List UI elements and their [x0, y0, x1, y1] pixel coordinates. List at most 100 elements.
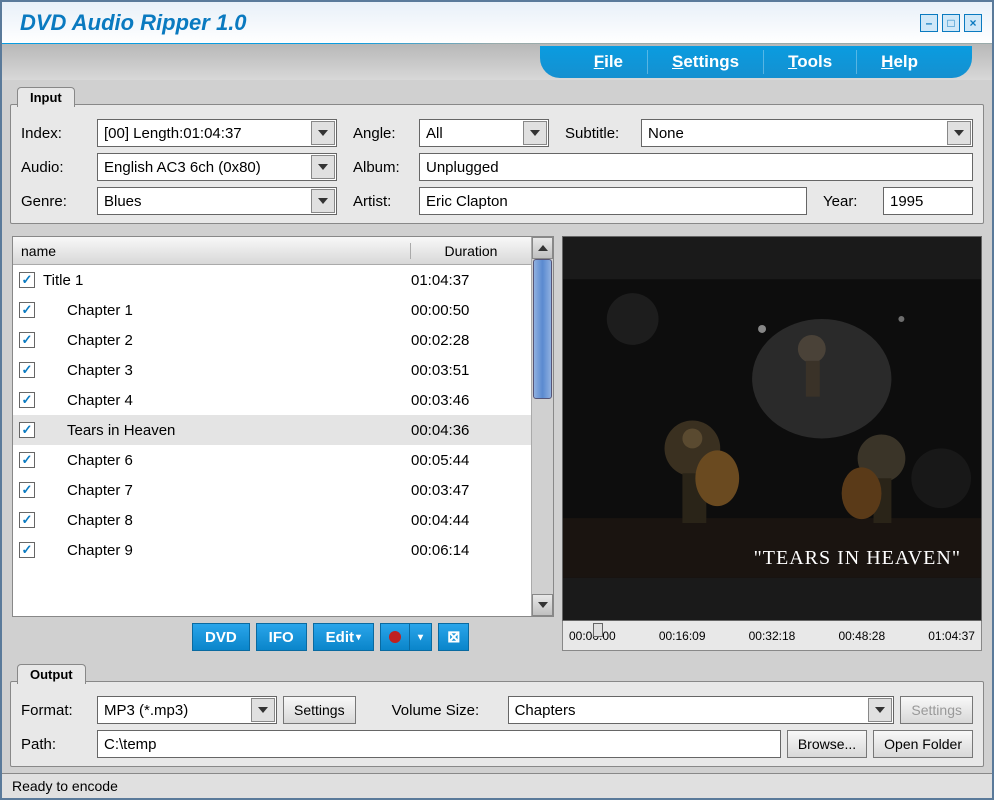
preview-caption: "TEARS IN HEAVEN"	[754, 547, 961, 570]
genre-combo[interactable]: Blues	[97, 187, 337, 215]
col-name[interactable]: name	[13, 243, 411, 259]
year-label: Year:	[823, 193, 877, 210]
scroll-down-button[interactable]	[532, 594, 553, 616]
output-panel: Output Format: MP3 (*.mp3) Settings Volu…	[10, 681, 984, 767]
scroll-track[interactable]	[532, 259, 553, 594]
artist-label: Artist:	[353, 193, 413, 210]
index-combo[interactable]: [00] Length:01:04:37	[97, 119, 337, 147]
menu-settings[interactable]: Settings	[647, 50, 763, 74]
table-row[interactable]: ✓Tears in Heaven00:04:36	[13, 415, 531, 445]
table-row[interactable]: ✓Chapter 200:02:28	[13, 325, 531, 355]
scrollbar[interactable]	[531, 237, 553, 616]
row-name: Chapter 7	[43, 482, 411, 499]
year-input[interactable]: 1995	[883, 187, 973, 215]
menu-tools[interactable]: Tools	[763, 50, 856, 74]
checkbox[interactable]: ✓	[19, 452, 35, 468]
row-duration: 00:00:50	[411, 302, 531, 319]
video-preview[interactable]: "TEARS IN HEAVEN"	[562, 236, 982, 621]
path-input[interactable]: C:\temp	[97, 730, 781, 758]
titlebar: DVD Audio Ripper 1.0 – □ ×	[2, 2, 992, 44]
audio-combo[interactable]: English AC3 6ch (0x80)	[97, 153, 337, 181]
record-button[interactable]	[380, 623, 409, 651]
record-dropdown[interactable]: ▾	[409, 623, 432, 651]
angle-label: Angle:	[353, 125, 413, 142]
row-duration: 00:03:47	[411, 482, 531, 499]
album-input[interactable]: Unplugged	[419, 153, 973, 181]
chevron-down-icon[interactable]	[523, 121, 547, 145]
chevron-down-icon[interactable]	[311, 155, 335, 179]
row-name: Chapter 6	[43, 452, 411, 469]
status-bar: Ready to encode	[2, 773, 992, 798]
app-window: DVD Audio Ripper 1.0 – □ × File Settings…	[0, 0, 994, 800]
row-name: Title 1	[43, 272, 411, 289]
checkbox[interactable]: ✓	[19, 422, 35, 438]
record-icon	[389, 631, 401, 643]
row-duration: 00:04:44	[411, 512, 531, 529]
scroll-thumb[interactable]	[533, 259, 552, 399]
timeline-tick: 00:48:28	[838, 629, 885, 643]
table-row[interactable]: ✓ Title 101:04:37	[13, 265, 531, 295]
row-duration: 00:03:46	[411, 392, 531, 409]
chevron-down-icon[interactable]	[311, 189, 335, 213]
row-duration: 00:05:44	[411, 452, 531, 469]
album-label: Album:	[353, 159, 413, 176]
volume-settings-button[interactable]: Settings	[900, 696, 973, 724]
artist-input[interactable]: Eric Clapton	[419, 187, 807, 215]
input-tab: Input	[17, 87, 75, 107]
row-name: Chapter 4	[43, 392, 411, 409]
checkbox[interactable]: ✓	[19, 272, 35, 288]
close-button[interactable]: ×	[964, 14, 982, 32]
edit-button[interactable]: Edit▾	[313, 623, 374, 651]
table-row[interactable]: ✓ Chapter 300:03:51	[13, 355, 531, 385]
table-row[interactable]: ✓Chapter 900:06:14	[13, 535, 531, 565]
timeline-handle[interactable]	[593, 623, 603, 637]
menu-help[interactable]: Help	[856, 50, 942, 74]
output-tab: Output	[17, 664, 86, 684]
minimize-button[interactable]: –	[920, 14, 938, 32]
stop-button[interactable]: ⊠	[438, 623, 469, 651]
row-duration: 00:03:51	[411, 362, 531, 379]
list-header: name Duration	[13, 237, 531, 265]
open-folder-button[interactable]: Open Folder	[873, 730, 973, 758]
volume-combo[interactable]: Chapters	[508, 696, 895, 724]
scroll-up-button[interactable]	[532, 237, 553, 259]
checkbox[interactable]: ✓	[19, 482, 35, 498]
chevron-down-icon[interactable]	[947, 121, 971, 145]
maximize-button[interactable]: □	[942, 14, 960, 32]
timeline-tick: 00:16:09	[659, 629, 706, 643]
middle-section: name Duration ✓ Title 101:04:37 ✓Chapter 1…	[10, 230, 984, 657]
checkbox[interactable]: ✓	[19, 332, 35, 348]
row-name: Chapter 9	[43, 542, 411, 559]
table-row[interactable]: ✓Chapter 100:00:50	[13, 295, 531, 325]
ifo-button[interactable]: IFO	[256, 623, 307, 651]
checkbox[interactable]: ✓	[19, 542, 35, 558]
table-row[interactable]: ✓Chapter 800:04:44	[13, 505, 531, 535]
angle-combo[interactable]: All	[419, 119, 549, 147]
chevron-down-icon[interactable]	[868, 698, 892, 722]
browse-button[interactable]: Browse...	[787, 730, 867, 758]
audio-label: Audio:	[21, 159, 91, 176]
col-duration[interactable]: Duration	[411, 243, 531, 259]
format-combo[interactable]: MP3 (*.mp3)	[97, 696, 277, 724]
menu-file[interactable]: File	[570, 50, 647, 74]
table-row[interactable]: ✓ Chapter 400:03:46	[13, 385, 531, 415]
format-settings-button[interactable]: Settings	[283, 696, 356, 724]
timeline[interactable]: 00:00:0000:16:0900:32:1800:48:2801:04:37	[562, 621, 982, 651]
row-name: Chapter 3	[43, 362, 411, 379]
format-label: Format:	[21, 702, 91, 719]
subtitle-combo[interactable]: None	[641, 119, 973, 147]
genre-label: Genre:	[21, 193, 91, 210]
path-label: Path:	[21, 736, 91, 753]
table-row[interactable]: ✓ Chapter 600:05:44	[13, 445, 531, 475]
table-row[interactable]: ✓ Chapter 700:03:47	[13, 475, 531, 505]
checkbox[interactable]: ✓	[19, 362, 35, 378]
checkbox[interactable]: ✓	[19, 512, 35, 528]
list-toolbar: DVD IFO Edit▾ ▾ ⊠	[12, 617, 554, 651]
chevron-down-icon[interactable]	[251, 698, 275, 722]
row-duration: 01:04:37	[411, 272, 531, 289]
dvd-button[interactable]: DVD	[192, 623, 250, 651]
checkbox[interactable]: ✓	[19, 392, 35, 408]
checkbox[interactable]: ✓	[19, 302, 35, 318]
app-title: DVD Audio Ripper 1.0	[12, 10, 247, 36]
chevron-down-icon[interactable]	[311, 121, 335, 145]
